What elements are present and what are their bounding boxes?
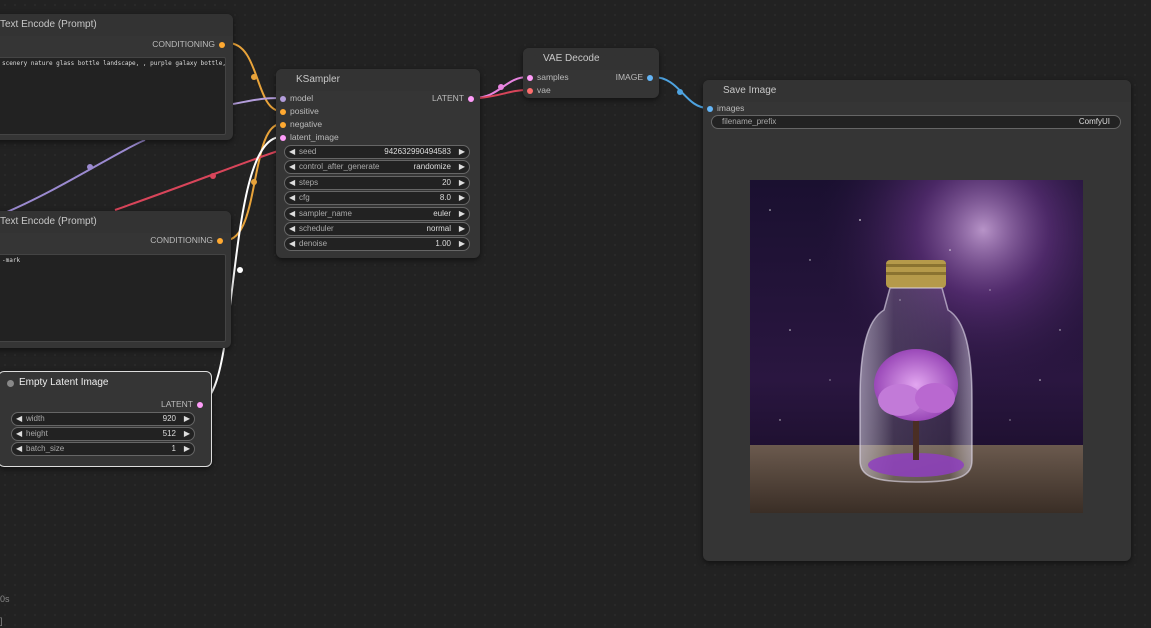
seed-widget[interactable]: ◀ seed 942632990494583 ▶ (284, 145, 470, 159)
decrement-arrow-icon[interactable]: ◀ (16, 413, 22, 425)
cfg-widget[interactable]: ◀ cfg 8.0 ▶ (284, 191, 470, 205)
increment-arrow-icon[interactable]: ▶ (184, 413, 190, 425)
increment-arrow-icon[interactable]: ▶ (459, 208, 465, 220)
output-latent[interactable]: LATENT (161, 398, 207, 410)
steps-widget[interactable]: ◀ steps 20 ▶ (284, 176, 470, 190)
input-images[interactable]: images (703, 102, 744, 114)
input-negative[interactable]: negative (276, 118, 322, 130)
wire-image (652, 76, 709, 109)
decrement-arrow-icon[interactable]: ◀ (289, 192, 295, 204)
decrement-arrow-icon[interactable]: ◀ (289, 223, 295, 235)
node-title: Save Image (703, 80, 1131, 102)
filename-prefix-widget[interactable]: filename_prefix ComfyUI (711, 115, 1121, 129)
width-widget[interactable]: ◀ width 920 ▶ (11, 412, 195, 426)
wire-vae-decode (479, 89, 529, 99)
output-conditioning[interactable]: CONDITIONING (152, 38, 229, 50)
wire-model-2 (0, 139, 146, 216)
decrement-arrow-icon[interactable]: ◀ (16, 428, 22, 440)
decrement-arrow-icon[interactable]: ◀ (289, 146, 295, 158)
node-title: KSampler (276, 69, 480, 91)
status-line-1: 0s (0, 594, 10, 604)
empty-latent-image-node[interactable]: Empty Latent Image LATENT ◀ width 920 ▶ … (0, 371, 212, 467)
decrement-arrow-icon[interactable]: ◀ (289, 238, 295, 250)
ksampler-node[interactable]: KSampler model positive negative latent_… (276, 69, 480, 258)
input-latent-image[interactable]: latent_image (276, 131, 339, 143)
status-line-2: ] (0, 616, 3, 626)
decrement-arrow-icon[interactable]: ◀ (289, 208, 295, 220)
scheduler-widget[interactable]: ◀ scheduler normal ▶ (284, 222, 470, 236)
denoise-widget[interactable]: ◀ denoise 1.00 ▶ (284, 237, 470, 251)
wire-model (232, 97, 282, 105)
increment-arrow-icon[interactable]: ▶ (184, 443, 190, 455)
wire-conditioning-negative (225, 123, 282, 241)
increment-arrow-icon[interactable]: ▶ (184, 428, 190, 440)
sampler-name-widget[interactable]: ◀ sampler_name euler ▶ (284, 207, 470, 221)
input-positive[interactable]: positive (276, 105, 319, 117)
increment-arrow-icon[interactable]: ▶ (459, 146, 465, 158)
decrement-arrow-icon[interactable]: ◀ (289, 161, 295, 173)
generated-image-preview[interactable] (750, 180, 1083, 513)
wire-vae (114, 149, 282, 211)
node-title: Empty Latent Image (19, 377, 109, 388)
vae-decode-node[interactable]: VAE Decode samples vae IMAGE (523, 48, 659, 98)
decrement-arrow-icon[interactable]: ◀ (16, 443, 22, 455)
node-title: Text Encode (Prompt) (0, 211, 231, 233)
input-samples[interactable]: samples (523, 71, 569, 83)
output-conditioning[interactable]: CONDITIONING (150, 234, 227, 246)
input-model[interactable]: model (276, 92, 313, 104)
text-encode-negative-node[interactable]: Text Encode (Prompt) CONDITIONING -mark (0, 211, 231, 348)
increment-arrow-icon[interactable]: ▶ (459, 192, 465, 204)
increment-arrow-icon[interactable]: ▶ (459, 238, 465, 250)
batch-size-widget[interactable]: ◀ batch_size 1 ▶ (11, 442, 195, 456)
prompt-textarea[interactable]: -mark (0, 254, 226, 342)
control-after-generate-widget[interactable]: ◀ control_after_generate randomize ▶ (284, 160, 470, 174)
wire-latent-out (472, 76, 529, 99)
increment-arrow-icon[interactable]: ▶ (459, 223, 465, 235)
prompt-textarea[interactable]: scenery nature glass bottle landscape, ,… (0, 57, 226, 135)
text-encode-positive-node[interactable]: Text Encode (Prompt) CONDITIONING scener… (0, 14, 233, 140)
output-latent[interactable]: LATENT (432, 92, 478, 104)
node-title: VAE Decode (523, 48, 659, 70)
input-vae[interactable]: vae (523, 84, 551, 96)
output-image[interactable]: IMAGE (616, 71, 657, 83)
decrement-arrow-icon[interactable]: ◀ (289, 177, 295, 189)
increment-arrow-icon[interactable]: ▶ (459, 177, 465, 189)
increment-arrow-icon[interactable]: ▶ (459, 161, 465, 173)
node-title: Text Encode (Prompt) (0, 14, 233, 36)
height-widget[interactable]: ◀ height 512 ▶ (11, 427, 195, 441)
wire-conditioning-positive (227, 42, 282, 112)
